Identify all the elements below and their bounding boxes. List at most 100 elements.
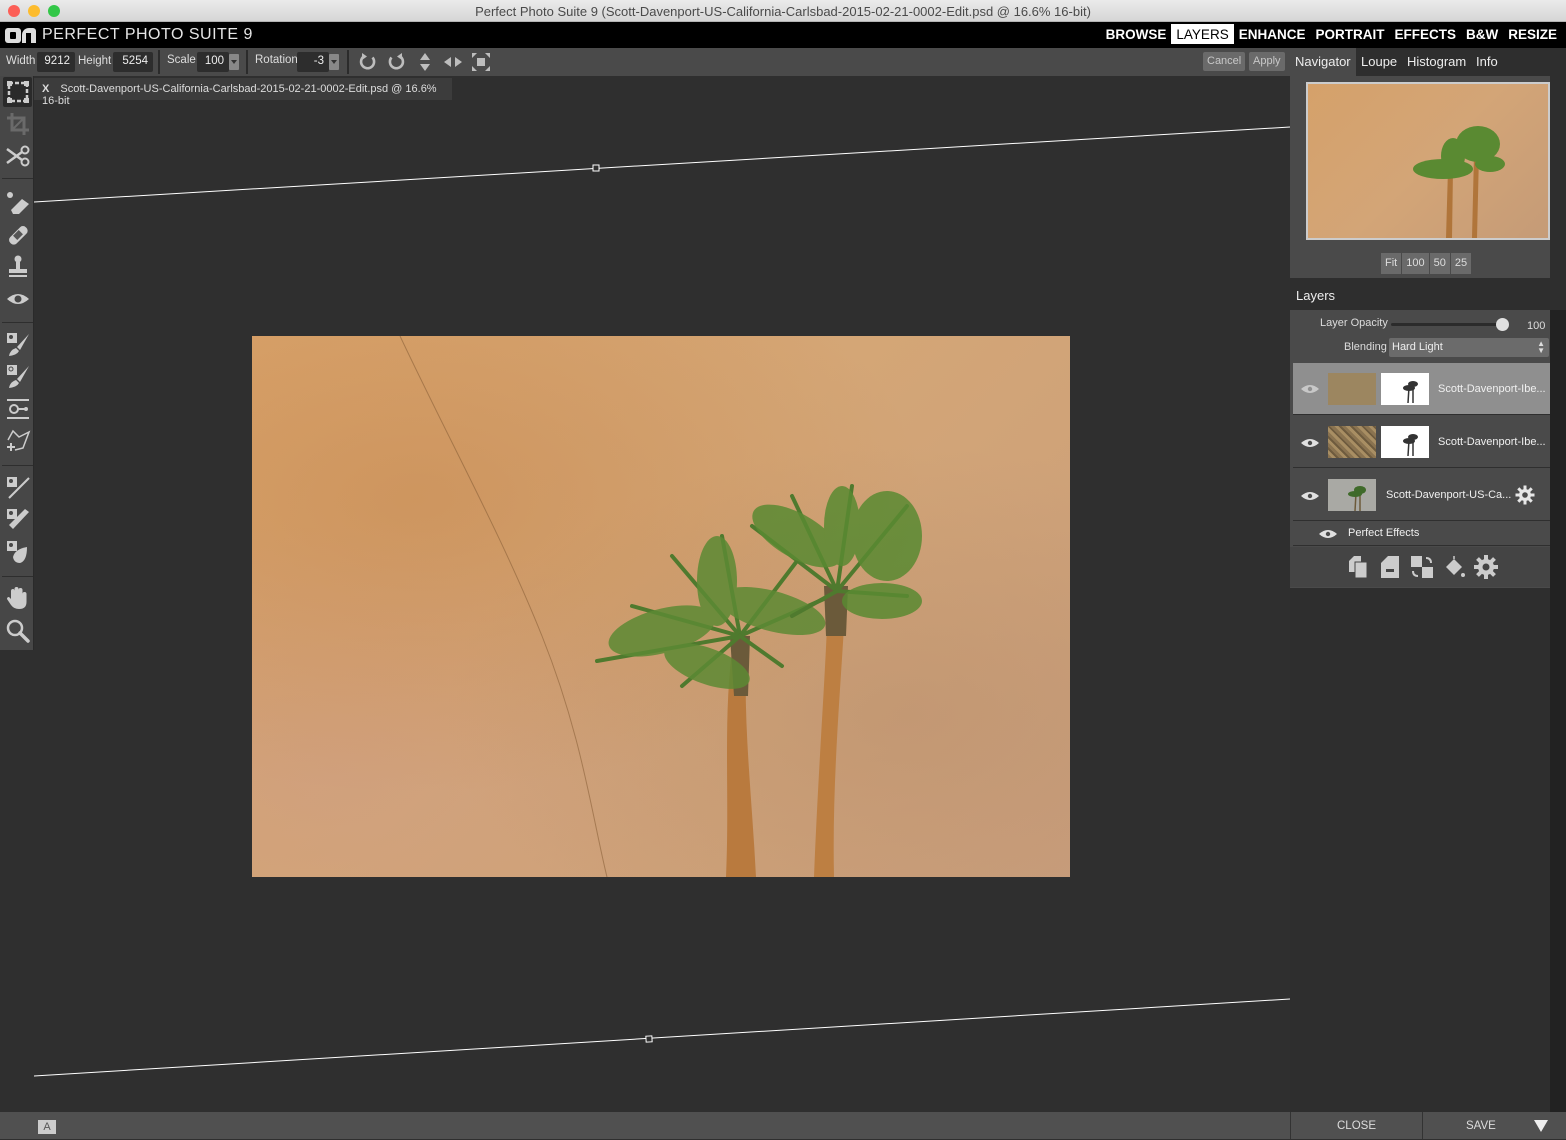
navigator-zoom-buttons: Fit 100 50 25: [1381, 253, 1472, 274]
tool-divider: [2, 576, 33, 577]
cut-scissors-tool[interactable]: [3, 141, 32, 171]
window-titlebar: Perfect Photo Suite 9 (Scott-Davenport-U…: [0, 0, 1566, 22]
settings-gear-icon[interactable]: [1474, 555, 1498, 579]
tool-divider: [2, 322, 33, 323]
rotation-input[interactable]: -3: [297, 52, 329, 72]
zoom-25-button[interactable]: 25: [1450, 253, 1472, 274]
perfect-eraser-tool[interactable]: [3, 188, 32, 218]
cancel-button[interactable]: Cancel: [1203, 52, 1246, 71]
close-document-button[interactable]: X: [42, 83, 49, 95]
crop-tool[interactable]: [3, 109, 32, 139]
scale-dropdown-button[interactable]: [229, 54, 239, 70]
height-input[interactable]: 5254: [113, 52, 153, 72]
fit-expand-icon[interactable]: [470, 52, 492, 72]
clone-stamp-tool[interactable]: [3, 252, 32, 282]
panel-scrollbar[interactable]: [1550, 310, 1566, 1112]
zoom-fit-button[interactable]: Fit: [1381, 253, 1402, 274]
transform-tool[interactable]: [3, 77, 32, 107]
crop-rotation-overlay: [34, 126, 1290, 1077]
perfect-effects-row[interactable]: Perfect Effects: [1293, 522, 1550, 546]
zoom-tool[interactable]: [3, 616, 32, 646]
rotate-counterclockwise-icon[interactable]: [385, 52, 407, 72]
status-bar: [0, 1112, 1290, 1139]
document-tab[interactable]: X Scott-Davenport-US-California-Carlsbad…: [34, 78, 452, 107]
layer-opacity-value: 100: [1527, 320, 1546, 332]
layer-opacity-slider[interactable]: [1391, 323, 1509, 326]
layers-panel-title[interactable]: Layers: [1290, 282, 1550, 310]
width-input[interactable]: 9212: [37, 52, 75, 72]
layer-visibility-eye-icon[interactable]: [1301, 384, 1319, 394]
perfect-effects-label: Perfect Effects: [1348, 527, 1420, 539]
layer-row[interactable]: Scott-Davenport-Ibe...: [1293, 363, 1550, 415]
crop-border-top: [34, 126, 1290, 203]
lasso-tool[interactable]: [3, 426, 32, 456]
crop-border-bottom: [34, 998, 1290, 1077]
module-tab-bw[interactable]: B&W: [1461, 24, 1503, 44]
effects-visibility-eye-icon[interactable]: [1319, 529, 1337, 539]
tool-divider: [2, 465, 33, 466]
refine-brush-tool[interactable]: [3, 473, 32, 503]
masking-bug-tool[interactable]: [3, 394, 32, 424]
blur-tool[interactable]: [3, 537, 32, 567]
tab-loupe[interactable]: Loupe: [1356, 48, 1402, 76]
retouch-brush-tool[interactable]: [3, 220, 32, 250]
layer-row[interactable]: Scott-Davenport-Ibe...: [1293, 416, 1550, 468]
rotate-clockwise-icon[interactable]: [357, 52, 379, 72]
navigator-preview[interactable]: [1306, 82, 1550, 240]
hand-tool[interactable]: [3, 583, 32, 613]
module-tab-browse[interactable]: BROWSE: [1101, 24, 1172, 44]
flip-horizontal-icon[interactable]: [442, 52, 464, 72]
chisel-tool[interactable]: [3, 505, 32, 535]
blending-mode-select[interactable]: Hard Light ▲ ▼: [1389, 338, 1549, 357]
height-label: Height: [78, 55, 112, 67]
zoom-100-button[interactable]: 100: [1402, 253, 1429, 274]
layer-row[interactable]: Scott-Davenport-US-Ca...: [1293, 469, 1550, 521]
tool-divider: [2, 178, 33, 179]
navigator-thumbnail: [1413, 126, 1505, 238]
status-badge[interactable]: A: [38, 1120, 56, 1134]
masking-brush-tool[interactable]: [3, 329, 32, 359]
select-arrows-icon: ▲ ▼: [1537, 339, 1545, 355]
layer-opacity-label: Layer Opacity: [1320, 317, 1388, 329]
layer-name: Scott-Davenport-US-Ca...: [1386, 489, 1512, 501]
module-tab-portrait[interactable]: PORTRAIT: [1310, 24, 1389, 44]
scale-input[interactable]: 100: [197, 52, 229, 72]
apply-button[interactable]: Apply: [1249, 52, 1285, 71]
flip-vertical-icon[interactable]: [414, 52, 436, 72]
duplicate-layer-icon[interactable]: [1346, 555, 1370, 579]
toolbar-divider: [246, 50, 248, 74]
module-tab-effects[interactable]: EFFECTS: [1389, 24, 1461, 44]
layer-visibility-eye-icon[interactable]: [1301, 491, 1319, 501]
merge-layers-icon[interactable]: [1410, 555, 1434, 579]
mask-palms-icon: [1403, 434, 1418, 457]
close-button[interactable]: CLOSE: [1290, 1112, 1422, 1139]
scale-label: Scale: [167, 54, 196, 66]
red-eye-tool[interactable]: [3, 284, 32, 314]
layer-mask-thumbnail[interactable]: [1381, 373, 1429, 405]
layer-visibility-eye-icon[interactable]: [1301, 438, 1319, 448]
layer-settings-gear-icon[interactable]: [1515, 485, 1535, 505]
layer-thumbnail-palms: [1348, 486, 1366, 512]
masking-brush-find-tool[interactable]: [3, 361, 32, 391]
new-layer-icon[interactable]: [1378, 555, 1402, 579]
blending-mode-value: Hard Light: [1392, 341, 1443, 353]
layer-opacity-slider-handle[interactable]: [1496, 318, 1509, 331]
fill-bucket-icon[interactable]: [1442, 555, 1466, 579]
crop-handle-bottom[interactable]: [645, 1035, 653, 1043]
crop-handle-top[interactable]: [592, 164, 600, 172]
tab-histogram[interactable]: Histogram: [1402, 48, 1471, 76]
module-tab-layers[interactable]: LAYERS: [1171, 24, 1234, 44]
rotation-dropdown-button[interactable]: [329, 54, 339, 70]
app-name: PERFECT PHOTO SUITE 9: [42, 26, 253, 43]
layer-mask-thumbnail[interactable]: [1381, 426, 1429, 458]
zoom-50-button[interactable]: 50: [1429, 253, 1450, 274]
window-title: Perfect Photo Suite 9 (Scott-Davenport-U…: [475, 4, 1091, 19]
save-options-dropdown-icon[interactable]: [1534, 1120, 1548, 1132]
module-tab-resize[interactable]: RESIZE: [1503, 24, 1562, 44]
module-tab-enhance[interactable]: ENHANCE: [1234, 24, 1311, 44]
tab-info[interactable]: Info: [1471, 48, 1503, 76]
tab-navigator[interactable]: Navigator: [1290, 48, 1356, 76]
layer-thumbnail: [1328, 426, 1376, 458]
on1-logo-icon: [5, 27, 37, 43]
mask-palms-icon: [1403, 381, 1418, 404]
